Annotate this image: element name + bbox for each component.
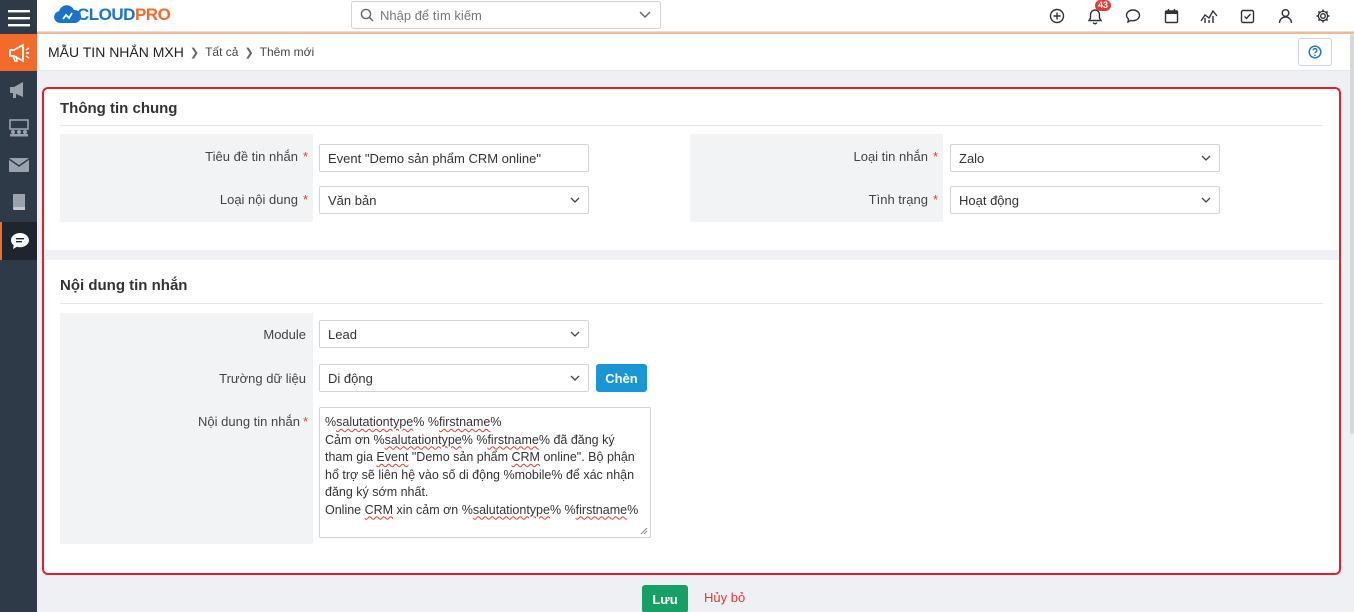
top-actions: 43 <box>1038 0 1342 28</box>
bullhorn-icon <box>9 82 23 98</box>
message-body-textarea[interactable]: %salutationtype% %firstname% Cảm ơn %salu… <box>319 407 651 538</box>
checkbox-icon <box>1240 9 1254 23</box>
line-chart-icon <box>1200 9 1218 23</box>
question-circle-icon <box>1308 45 1322 59</box>
breadcrumb-new: Thêm mới <box>259 45 315 59</box>
notification-badge: 43 <box>1095 0 1112 11</box>
logo-text-main: CLOUD <box>77 5 135 24</box>
notifications-button[interactable]: 43 <box>1076 0 1114 28</box>
subject-input[interactable]: Event "Demo sản phẩm CRM online" <box>319 144 589 172</box>
help-button[interactable] <box>1298 38 1332 66</box>
chevron-down-icon <box>570 331 580 337</box>
logo-text-accent: PRO <box>134 5 171 24</box>
status-select[interactable]: Hoạt động <box>950 186 1220 214</box>
breadcrumb: MẪU TIN NHẮN MXH ❯ Tất cả ❯ Thêm mới <box>37 34 1354 71</box>
data-field-label: Trường dữ liệu <box>219 371 306 386</box>
insert-button[interactable]: Chèn <box>596 364 647 392</box>
section-title-general: Thông tin chung <box>60 100 178 117</box>
search-input[interactable] <box>380 7 638 23</box>
section-title-content: Nội dung tin nhắn <box>60 277 188 294</box>
label-column-right <box>690 134 943 222</box>
calendar-button[interactable] <box>1152 4 1190 28</box>
user-icon <box>1278 9 1292 24</box>
module-select[interactable]: Lead <box>319 320 589 348</box>
top-bar: CLOUDPRO 43 <box>37 0 1354 32</box>
chevron-down-icon <box>570 375 580 381</box>
profile-button[interactable] <box>1266 4 1304 28</box>
scrollbar[interactable] <box>1350 34 1354 434</box>
chevron-right-icon: ❯ <box>244 46 254 59</box>
chevron-right-icon: ❯ <box>189 46 200 59</box>
label-column-left <box>60 134 313 222</box>
chat-bubble-icon <box>10 233 29 249</box>
left-sidebar <box>0 0 37 612</box>
reports-button[interactable] <box>1190 4 1228 28</box>
tasks-button[interactable] <box>1228 4 1266 28</box>
chevron-down-icon <box>570 197 580 203</box>
add-button[interactable] <box>1038 4 1076 28</box>
chat-button[interactable] <box>1114 4 1152 28</box>
data-field-select[interactable]: Di động <box>319 364 589 392</box>
sidebar-item-social-messages[interactable] <box>0 222 37 260</box>
message-type-label: Loại tin nhắn * <box>853 149 938 164</box>
menu-toggle-button[interactable] <box>0 0 37 36</box>
search-box[interactable] <box>351 1 661 29</box>
megaphone-icon <box>8 42 29 63</box>
page-title[interactable]: MẪU TIN NHẮN MXH <box>48 44 184 60</box>
breadcrumb-all[interactable]: Tất cả <box>205 45 238 59</box>
status-label: Tình trạng * <box>868 192 938 207</box>
hamburger-icon <box>7 10 30 27</box>
content-type-select[interactable]: Văn bản <box>319 186 589 214</box>
envelope-icon <box>8 158 29 172</box>
resize-handle-icon[interactable] <box>640 527 648 535</box>
divider <box>60 125 1323 126</box>
cloudpro-logo[interactable]: CLOUDPRO <box>53 3 171 27</box>
sidebar-item-email[interactable] <box>0 147 37 183</box>
sidebar-item-campaign[interactable] <box>0 34 37 71</box>
book-icon <box>12 194 25 210</box>
chevron-down-icon <box>1201 197 1211 203</box>
chevron-down-icon[interactable] <box>638 10 652 20</box>
sidebar-item-marketing[interactable] <box>0 72 37 108</box>
settings-button[interactable] <box>1304 4 1342 28</box>
subject-label: Tiêu đề tin nhắn * <box>205 149 308 164</box>
message-body-text: %salutationtype% %firstname% Cảm ơn %salu… <box>325 415 639 517</box>
gear-icon <box>1316 9 1330 23</box>
comment-icon <box>1125 9 1141 24</box>
sidebar-item-documents[interactable] <box>0 184 37 220</box>
chevron-down-icon <box>1201 155 1211 161</box>
calendar-icon <box>1164 9 1178 24</box>
sidebar-item-meetings[interactable] <box>0 110 37 146</box>
action-bar: Lưu Hủy bỏ <box>37 578 1354 612</box>
message-body-label: Nội dung tin nhắn * <box>198 414 308 429</box>
content-type-label: Loại nội dung * <box>219 192 308 207</box>
module-label: Module <box>263 327 306 342</box>
message-type-select[interactable]: Zalo <box>950 144 1220 172</box>
search-icon <box>360 8 374 22</box>
form-container: Thông tin chung Tiêu đề tin nhắn * Event … <box>42 87 1341 575</box>
plus-circle-icon <box>1049 8 1065 24</box>
section-separator <box>44 250 1339 260</box>
presentation-icon <box>8 119 29 137</box>
cancel-link[interactable]: Hủy bỏ <box>704 590 745 605</box>
save-button[interactable]: Lưu <box>642 585 688 612</box>
divider <box>60 303 1323 304</box>
